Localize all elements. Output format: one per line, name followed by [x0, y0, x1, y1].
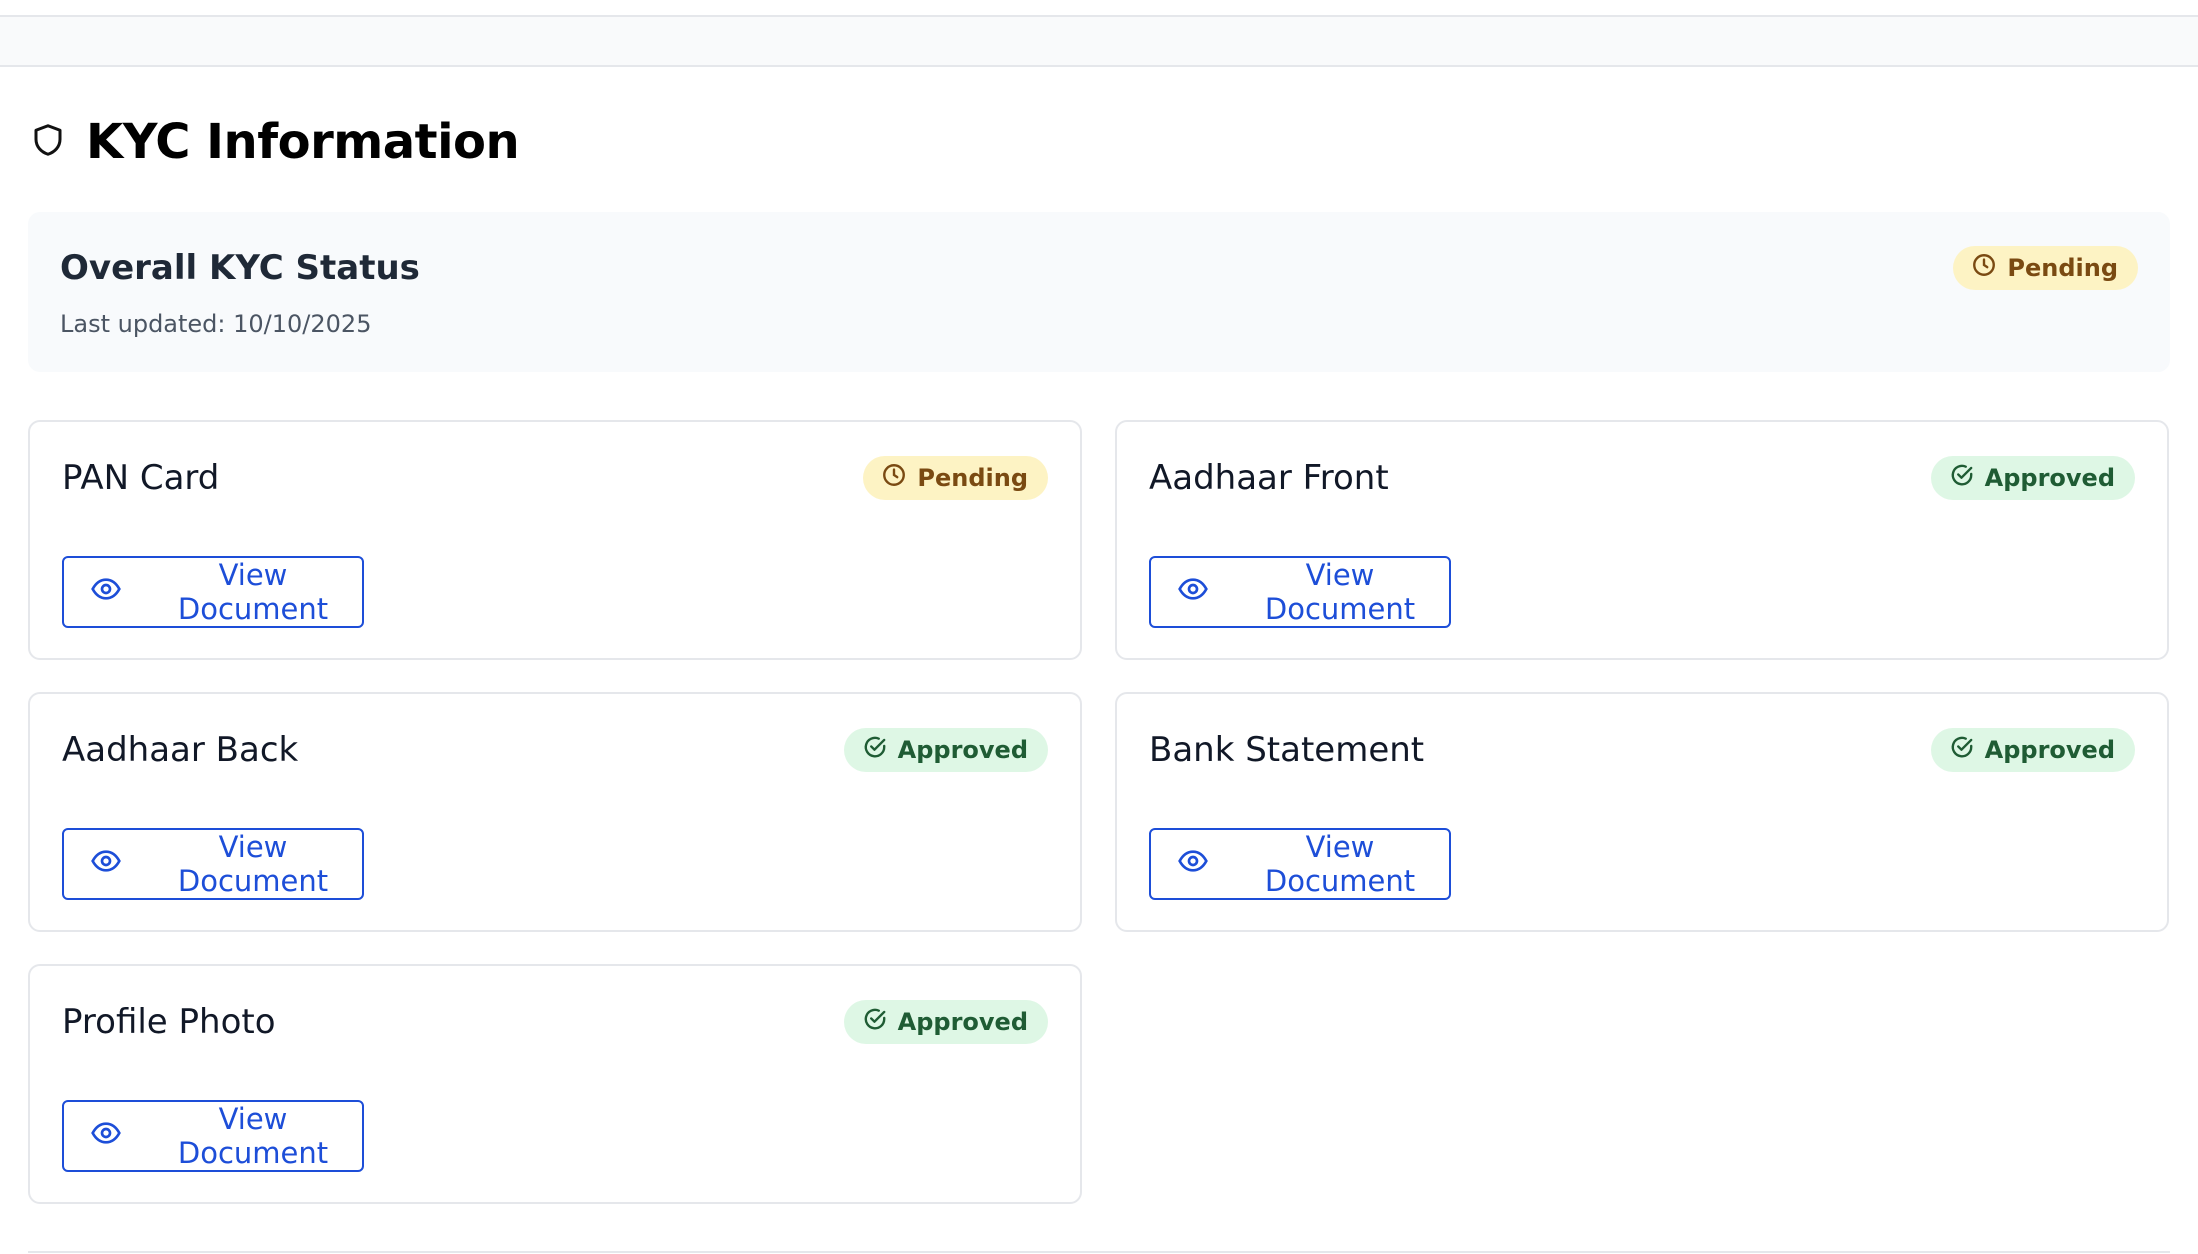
- document-name: Profile Photo: [62, 1002, 276, 1042]
- clock-icon: [881, 462, 907, 494]
- status-badge-label: Approved: [1984, 736, 2115, 764]
- status-badge: Approved: [1930, 456, 2135, 500]
- view-document-button[interactable]: View Document: [62, 1100, 364, 1172]
- check-circle-icon: [1949, 734, 1975, 766]
- status-badge-label: Approved: [897, 1008, 1028, 1036]
- shield-icon: [30, 122, 66, 162]
- view-document-button[interactable]: View Document: [62, 828, 364, 900]
- view-document-button[interactable]: View Document: [1149, 556, 1451, 628]
- document-card-bank-statement: Bank Statement Approved View Document: [1115, 692, 2169, 932]
- status-badge: Approved: [843, 1000, 1048, 1044]
- page-title: KYC Information: [86, 114, 520, 170]
- section-divider: [28, 1251, 2170, 1253]
- top-bar: [0, 15, 2198, 67]
- status-badge-label: Approved: [1984, 464, 2115, 492]
- status-badge-label: Pending: [917, 464, 1028, 492]
- document-name: PAN Card: [62, 458, 220, 498]
- overall-kyc-status-panel: Overall KYC Status Last updated: 10/10/2…: [28, 212, 2170, 372]
- eye-icon: [1177, 845, 1209, 884]
- document-card-aadhaar-front: Aadhaar Front Approved View Document: [1115, 420, 2169, 660]
- status-badge: Approved: [1930, 728, 2135, 772]
- view-document-label: View Document: [1264, 558, 1416, 626]
- section-header: KYC Information: [30, 112, 520, 172]
- document-name: Aadhaar Front: [1149, 458, 1389, 498]
- document-name: Aadhaar Back: [62, 730, 299, 770]
- status-badge-label: Approved: [897, 736, 1028, 764]
- status-badge: Pending: [863, 456, 1048, 500]
- overall-status-title: Overall KYC Status: [60, 248, 420, 288]
- document-card-aadhaar-back: Aadhaar Back Approved View Document: [28, 692, 1082, 932]
- last-updated-text: Last updated: 10/10/2025: [60, 310, 372, 338]
- document-card-profile-photo: Profile Photo Approved View Document: [28, 964, 1082, 1204]
- check-circle-icon: [862, 1006, 888, 1038]
- document-name: Bank Statement: [1149, 730, 1425, 770]
- view-document-button[interactable]: View Document: [1149, 828, 1451, 900]
- view-document-label: View Document: [177, 558, 329, 626]
- view-document-label: View Document: [177, 830, 329, 898]
- status-badge: Pending: [1953, 246, 2138, 290]
- eye-icon: [90, 845, 122, 884]
- eye-icon: [90, 573, 122, 612]
- status-badge-label: Pending: [2007, 254, 2118, 282]
- check-circle-icon: [1949, 462, 1975, 494]
- clock-icon: [1971, 252, 1997, 284]
- status-badge: Approved: [843, 728, 1048, 772]
- view-document-label: View Document: [177, 1102, 329, 1170]
- view-document-button[interactable]: View Document: [62, 556, 364, 628]
- eye-icon: [1177, 573, 1209, 612]
- check-circle-icon: [862, 734, 888, 766]
- view-document-label: View Document: [1264, 830, 1416, 898]
- document-card-pan-card: PAN Card Pending View Document: [28, 420, 1082, 660]
- eye-icon: [90, 1117, 122, 1156]
